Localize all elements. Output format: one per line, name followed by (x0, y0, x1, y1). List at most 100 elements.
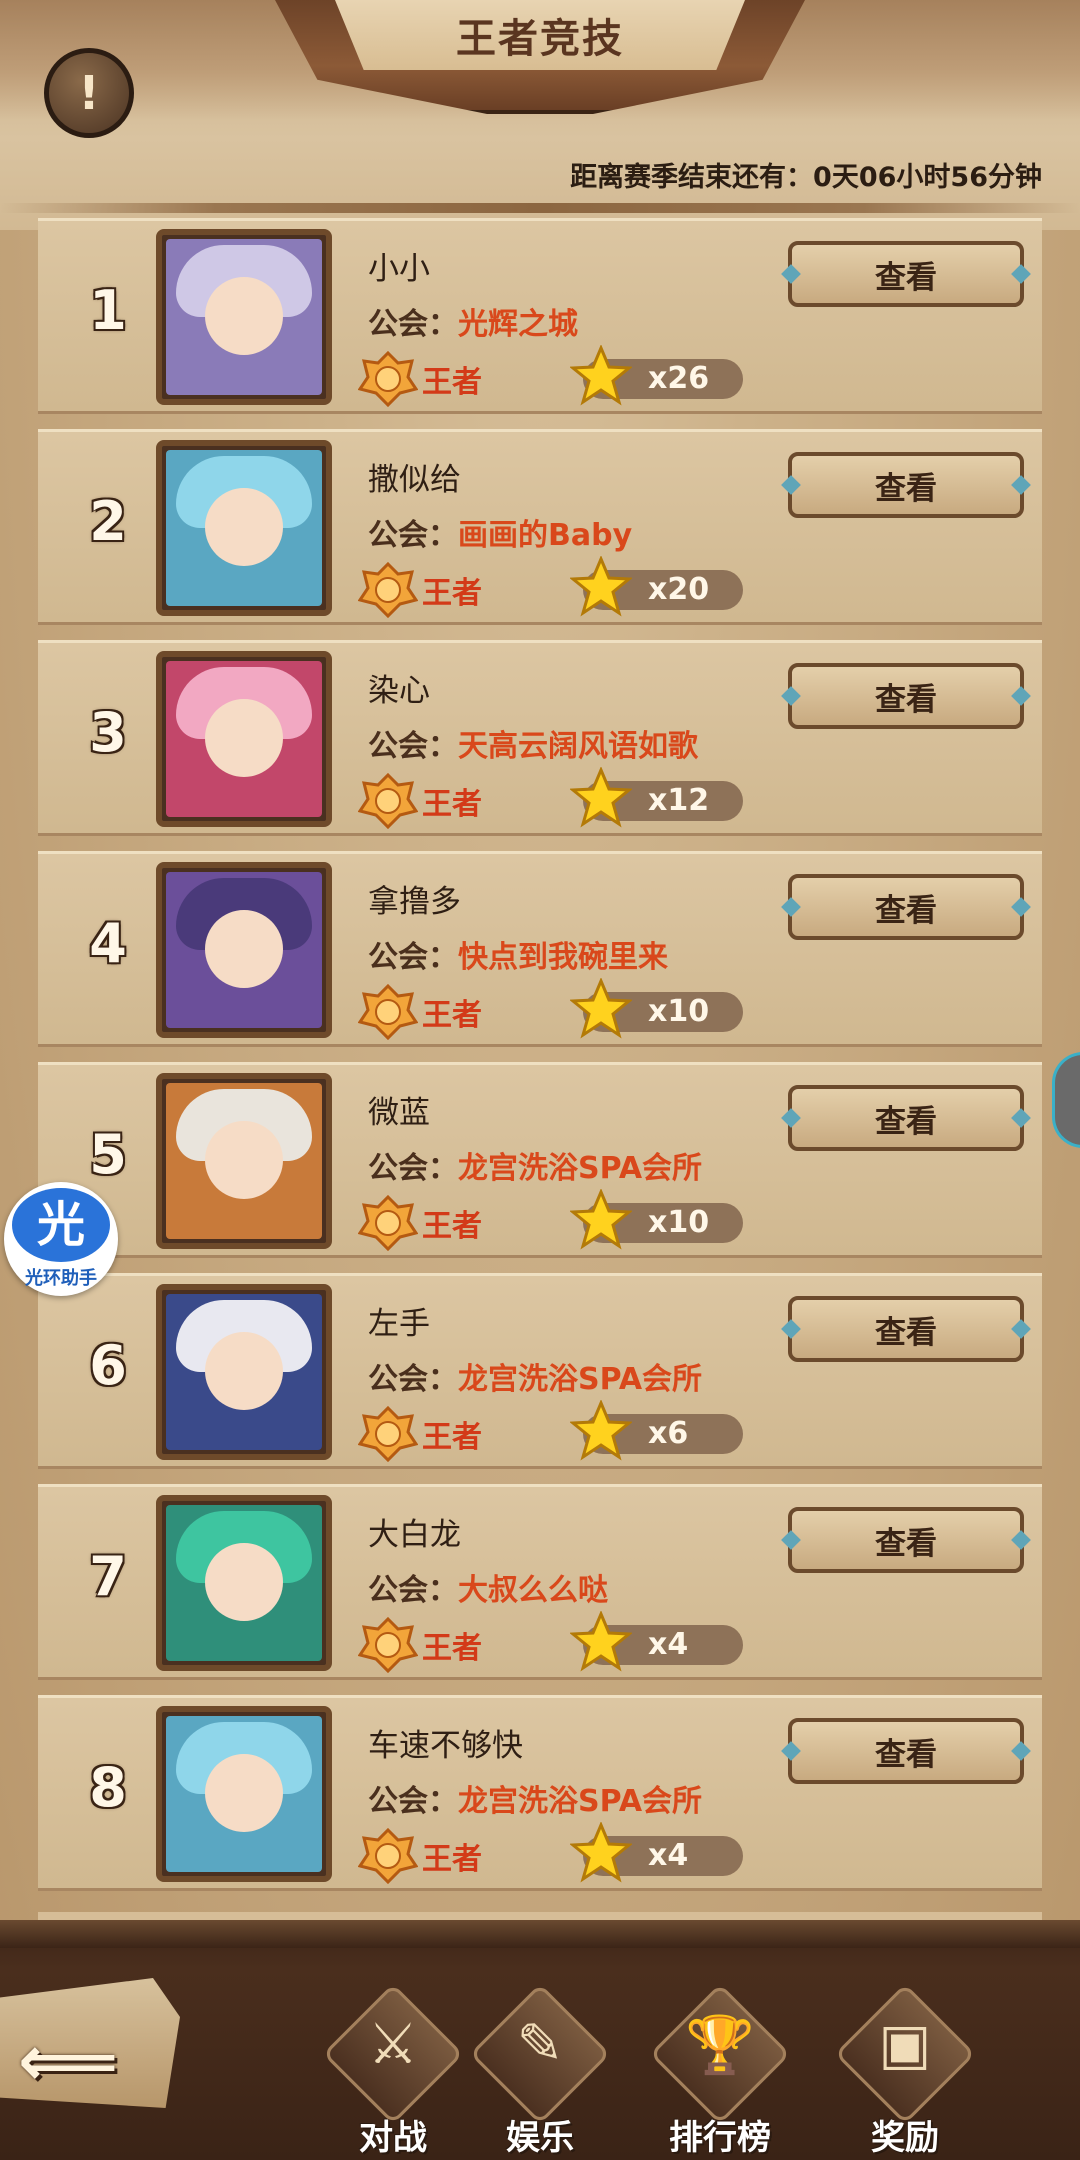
view-button-label: 查看 (875, 1525, 937, 1562)
rank-row: 6 左手 公会：龙宫洗浴SPA会所 王者 x6 查看 (38, 1273, 1042, 1469)
player-avatar[interactable] (156, 1284, 332, 1460)
view-button[interactable]: 查看 (788, 1507, 1024, 1573)
star-icon (570, 556, 632, 617)
tier-label: 王者 (422, 1631, 482, 1666)
view-button-label: 查看 (875, 1736, 937, 1773)
view-button[interactable]: 查看 (788, 452, 1024, 518)
rank-row: 4 拿撸多 公会：快点到我碗里来 王者 x10 查看 (38, 851, 1042, 1047)
star-count: x26 (648, 361, 710, 396)
star-count: x4 (648, 1627, 689, 1662)
player-guild: 公会：龙宫洗浴SPA会所 (368, 1776, 702, 1820)
guild-name: 画画的Baby (458, 518, 633, 553)
nav-item-3[interactable]: 🏆 排行榜 (645, 1983, 795, 2159)
star-count: x12 (648, 783, 710, 818)
player-name: 撒似给 (368, 462, 461, 498)
rank-row: 3 染心 公会：天高云阔风语如歌 王者 x12 查看 (38, 640, 1042, 836)
battle-icon: ⚔ (367, 2012, 419, 2077)
player-avatar[interactable] (156, 1073, 332, 1249)
king-tier-badge-icon (358, 1828, 418, 1884)
assistant-floating-button[interactable]: 光 光环助手 (4, 1182, 118, 1296)
nav-item-4[interactable]: ▣ 奖励 (830, 1983, 980, 2159)
guild-label: 公会： (368, 1573, 458, 1608)
star-count: x4 (648, 1838, 689, 1873)
player-avatar[interactable] (156, 1495, 332, 1671)
player-name: 大白龙 (368, 1517, 461, 1553)
view-button[interactable]: 查看 (788, 241, 1024, 307)
side-pull-tab[interactable] (1052, 1052, 1080, 1148)
player-name: 左手 (368, 1306, 430, 1342)
player-avatar[interactable] (156, 229, 332, 405)
star-icon (570, 767, 632, 828)
star-icon (570, 1822, 632, 1883)
guild-label: 公会： (368, 940, 458, 975)
rank-row: 8 车速不够快 公会：龙宫洗浴SPA会所 王者 x4 查看 (38, 1695, 1042, 1891)
player-name: 小小 (368, 251, 430, 287)
player-avatar[interactable] (156, 440, 332, 616)
star-icon (570, 1189, 632, 1250)
star-icon (570, 978, 632, 1039)
tier-label: 王者 (422, 998, 482, 1033)
view-button[interactable]: 查看 (788, 1085, 1024, 1151)
rank-number: 6 (89, 1334, 127, 1397)
rank-row: 2 撒似给 公会：画画的Baby 王者 x20 查看 (38, 429, 1042, 625)
king-tier-badge-icon (358, 773, 418, 829)
view-button-label: 查看 (875, 1314, 937, 1351)
rank-number: 5 (89, 1123, 127, 1186)
star-count: x10 (648, 1205, 710, 1240)
guild-label: 公会： (368, 1784, 458, 1819)
rank-row: 5 微蓝 公会：龙宫洗浴SPA会所 王者 x10 查看 (38, 1062, 1042, 1258)
view-button-label: 查看 (875, 892, 937, 929)
exclamation-icon: ! (78, 66, 100, 120)
view-button[interactable]: 查看 (788, 874, 1024, 940)
king-tier-badge-icon (358, 351, 418, 407)
nav-item-2[interactable]: ✎ 娱乐 (465, 1983, 615, 2159)
rank-number: 7 (89, 1545, 127, 1608)
nav-item-1[interactable]: ⚔ 对战 (318, 1983, 468, 2159)
player-guild: 公会：天高云阔风语如歌 (368, 721, 698, 765)
info-alert-button[interactable]: ! (44, 48, 134, 138)
rank-number: 4 (89, 912, 127, 975)
king-tier-badge-icon (358, 1617, 418, 1673)
header-divider (0, 203, 1080, 213)
rank-number: 3 (89, 701, 127, 764)
player-guild: 公会：龙宫洗浴SPA会所 (368, 1354, 702, 1398)
tier-label: 王者 (422, 787, 482, 822)
rank-list[interactable]: 1 小小 公会：光辉之城 王者 x26 查看 2 撒似给 公会：画画的Baby … (38, 218, 1042, 1918)
player-guild: 公会：快点到我碗里来 (368, 932, 668, 976)
player-guild: 公会：龙宫洗浴SPA会所 (368, 1143, 702, 1187)
player-avatar[interactable] (156, 862, 332, 1038)
player-name: 车速不够快 (368, 1728, 523, 1764)
trophy-icon: 🏆 (685, 2013, 755, 2078)
view-button-label: 查看 (875, 259, 937, 296)
view-button[interactable]: 查看 (788, 1296, 1024, 1362)
tier-label: 王者 (422, 1209, 482, 1244)
guild-name: 天高云阔风语如歌 (458, 729, 698, 764)
view-button-label: 查看 (875, 1103, 937, 1140)
rank-number: 8 (89, 1756, 127, 1819)
guild-label: 公会： (368, 307, 458, 342)
player-avatar[interactable] (156, 651, 332, 827)
king-tier-badge-icon (358, 984, 418, 1040)
view-button-label: 查看 (875, 470, 937, 507)
rank-number: 2 (89, 490, 127, 553)
view-button[interactable]: 查看 (788, 663, 1024, 729)
page-title: 王者竞技 (456, 16, 624, 62)
entertainment-icon: ✎ (516, 2012, 564, 2077)
tier-label: 王者 (422, 1842, 482, 1877)
player-avatar[interactable] (156, 1706, 332, 1882)
star-count: x10 (648, 994, 710, 1029)
guild-name: 龙宫洗浴SPA会所 (458, 1151, 703, 1186)
treasure-chest-icon: ▣ (878, 2012, 932, 2077)
tier-label: 王者 (422, 1420, 482, 1455)
star-count: x6 (648, 1416, 689, 1451)
king-tier-badge-icon (358, 1406, 418, 1462)
guild-name: 快点到我碗里来 (458, 940, 668, 975)
view-button[interactable]: 查看 (788, 1718, 1024, 1784)
player-name: 染心 (368, 673, 430, 709)
player-guild: 公会：大叔么么哒 (368, 1565, 608, 1609)
tier-label: 王者 (422, 576, 482, 611)
guild-label: 公会： (368, 1362, 458, 1397)
view-button-label: 查看 (875, 681, 937, 718)
back-arrow-icon: ⟸ (18, 2020, 119, 2102)
player-name: 拿撸多 (368, 884, 461, 920)
